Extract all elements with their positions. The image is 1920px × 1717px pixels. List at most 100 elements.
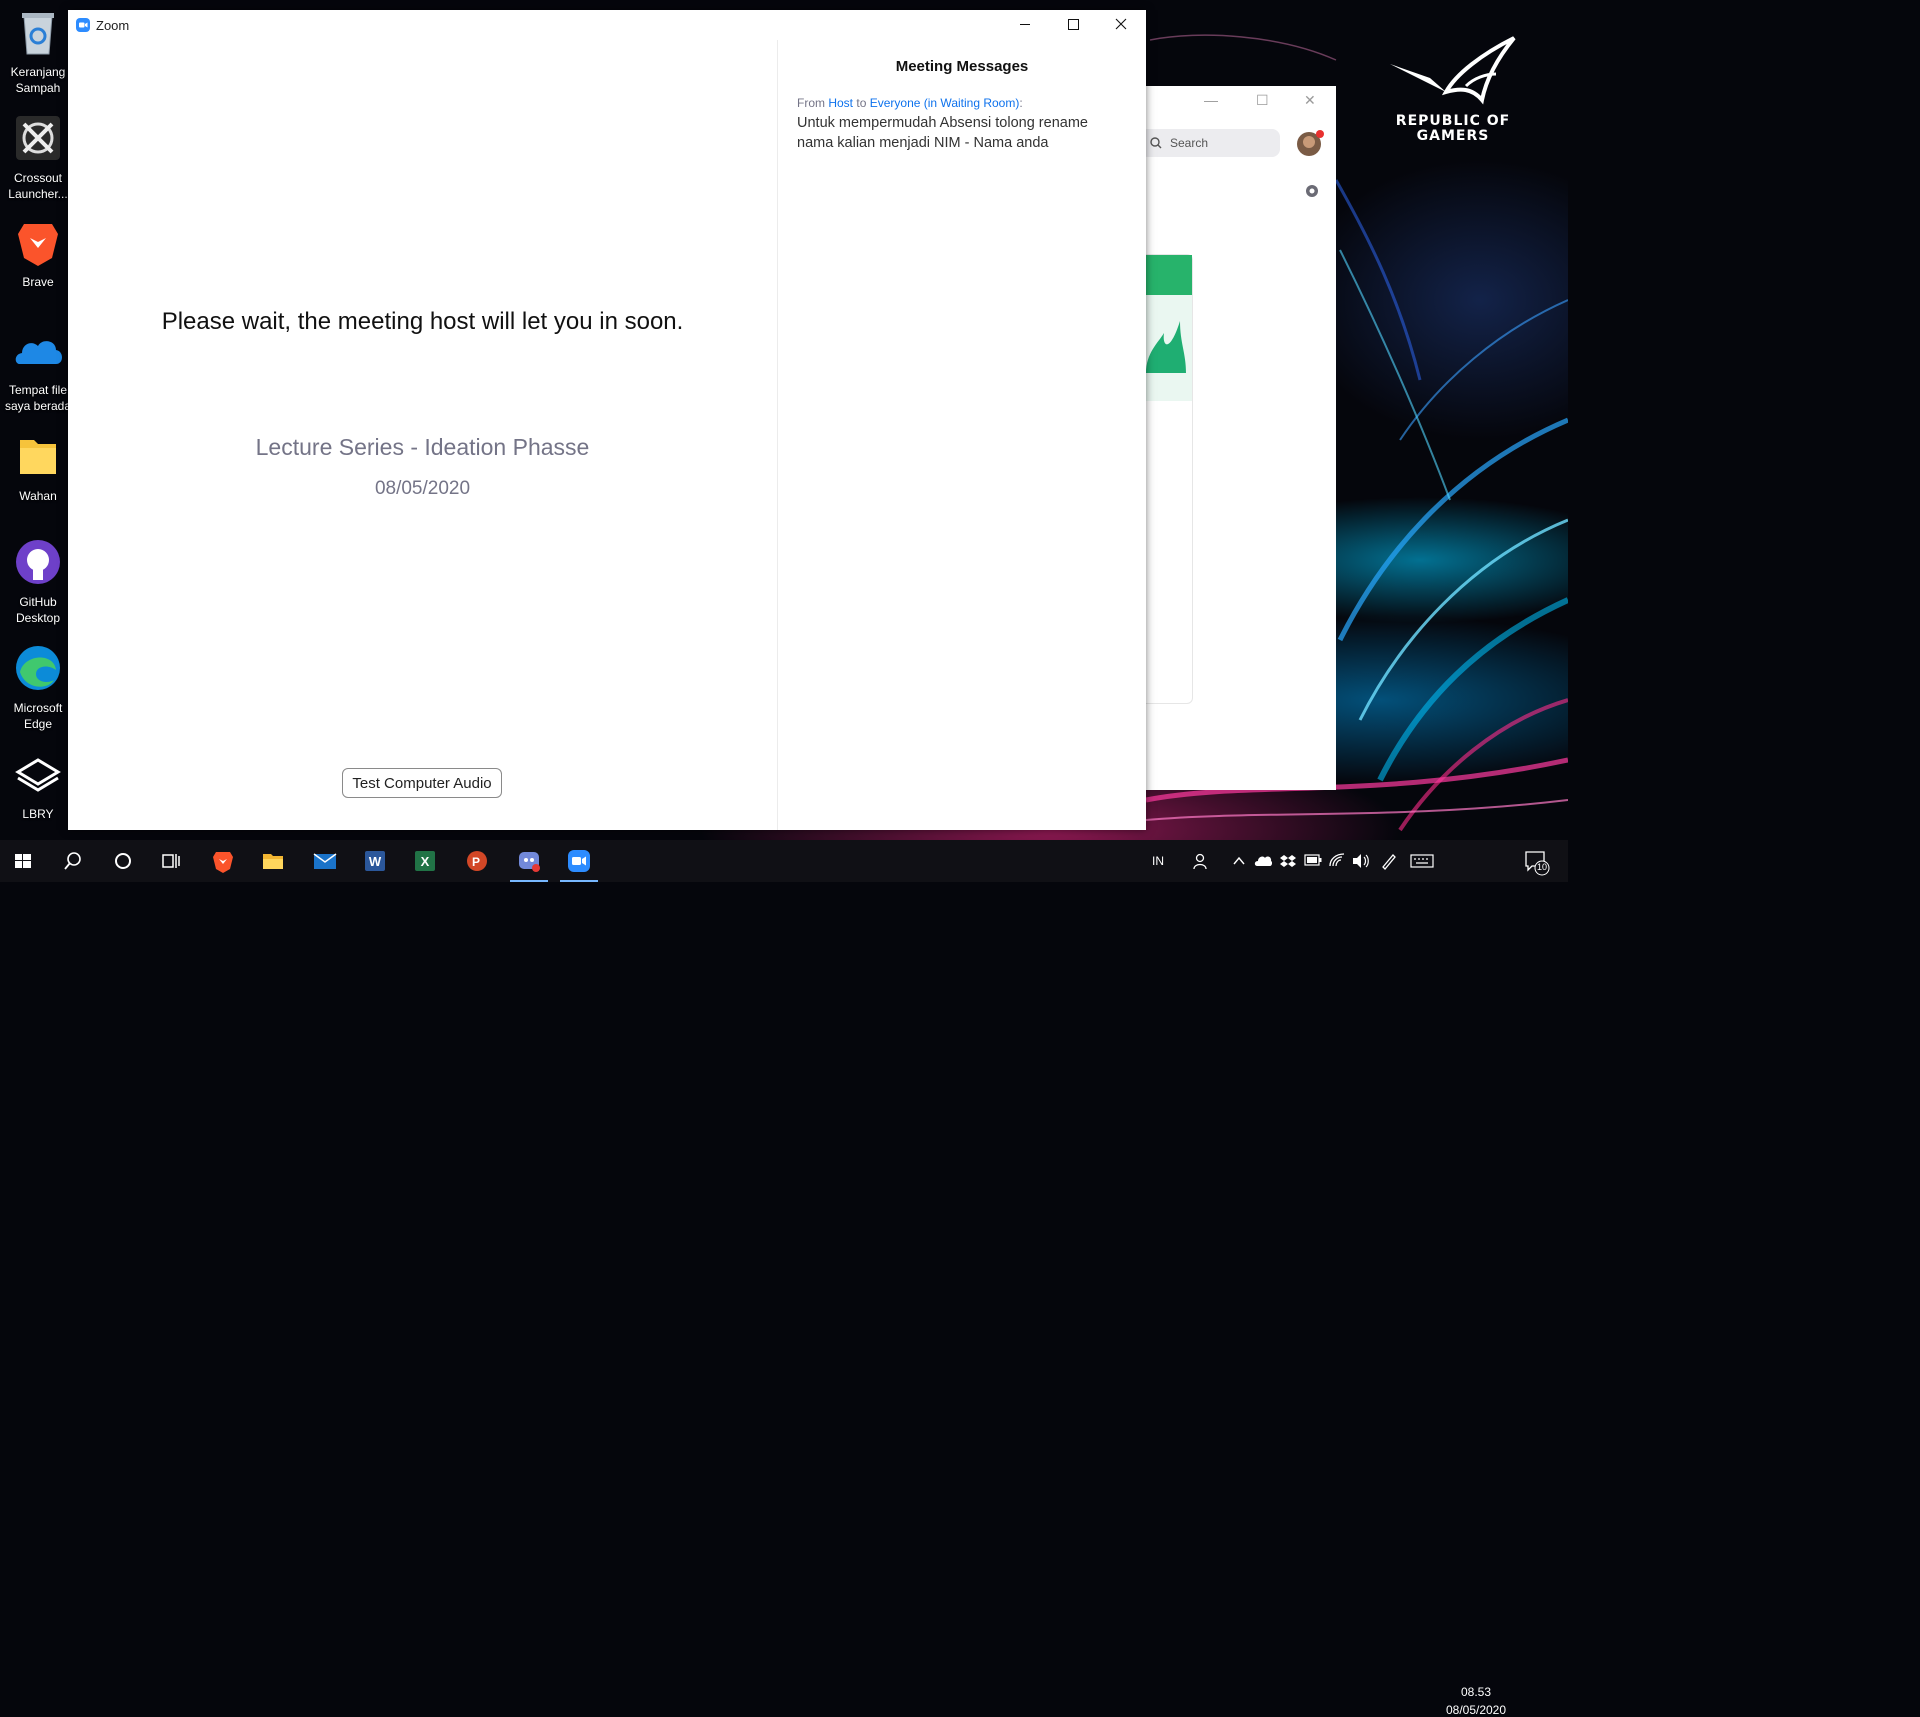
lbry-icon <box>15 758 61 792</box>
maximize-button[interactable] <box>1050 10 1096 40</box>
task-view-button[interactable] <box>148 840 194 882</box>
search-input[interactable]: Search <box>1140 129 1280 157</box>
search-icon <box>64 852 81 870</box>
minimize-icon[interactable]: — <box>1204 92 1218 108</box>
gear-icon[interactable] <box>1304 183 1320 199</box>
language-indicator[interactable]: IN <box>1152 854 1164 868</box>
brave-icon <box>18 224 58 266</box>
taskbar-file-explorer[interactable] <box>250 840 296 882</box>
dropbox-icon[interactable] <box>1280 853 1296 869</box>
desktop-icon-label: Wahan <box>19 489 57 503</box>
recycle-bin-icon <box>22 13 54 55</box>
taskbar-powerpoint[interactable]: P <box>454 840 500 882</box>
word-icon: W <box>365 851 385 871</box>
cortana-button[interactable] <box>100 840 146 882</box>
notification-count: 10 <box>1536 862 1547 872</box>
window-title: Zoom <box>96 18 130 33</box>
active-app-indicator <box>510 880 548 882</box>
minimize-button[interactable] <box>1002 10 1048 40</box>
taskbar-word[interactable]: W <box>352 840 398 882</box>
desktop-icon-brave[interactable]: Brave <box>0 218 76 290</box>
panel-divider <box>777 40 778 830</box>
close-icon <box>1115 18 1127 30</box>
desktop-icon-label: LBRY <box>22 807 54 821</box>
zoom-icon <box>568 850 590 872</box>
volume-icon[interactable] <box>1352 853 1370 869</box>
onedrive-icon <box>15 341 63 364</box>
taskbar-search-button[interactable] <box>50 840 96 882</box>
chevron-up-icon[interactable] <box>1232 854 1246 868</box>
message-body: Untuk mempermudah Absensi tolong rename … <box>797 115 1088 151</box>
avatar[interactable] <box>1296 130 1324 158</box>
sender-name: Host <box>828 96 854 110</box>
keyboard-icon[interactable] <box>1410 854 1434 868</box>
clock-time[interactable]: 08.53 <box>1446 1685 1506 1699</box>
taskbar-mail[interactable] <box>302 840 348 882</box>
onedrive-tray-icon[interactable] <box>1254 854 1272 868</box>
desktop-icon-label: Brave <box>22 275 54 289</box>
desktop-icon-label: Keranjang Sampah <box>10 65 66 95</box>
taskbar-zoom[interactable] <box>556 840 602 882</box>
from-label: From <box>797 96 825 110</box>
maximize-icon <box>1068 19 1079 30</box>
waiting-message: Please wait, the meeting host will let y… <box>161 308 684 335</box>
close-icon[interactable]: ✕ <box>1304 92 1316 109</box>
start-button[interactable] <box>0 840 46 882</box>
pen-icon[interactable] <box>1380 852 1398 870</box>
taskbar-brave[interactable] <box>200 840 246 882</box>
windows-start-icon <box>15 854 31 868</box>
edge-icon <box>16 646 60 690</box>
zoom-waiting-room-window: Zoom Please wait, the meeting host will … <box>68 10 1146 830</box>
desktop-icon-onedrive[interactable]: Tempat file saya berada <box>0 326 76 414</box>
desktop-icon-label: Crossout Launcher... <box>8 171 68 201</box>
desktop-icon-label: GitHub Desktop <box>15 595 61 625</box>
desktop-icon-recycle-bin[interactable]: Keranjang Sampah <box>0 8 76 96</box>
desktop-icon-wahan[interactable]: Wahan <box>0 432 76 504</box>
wifi-icon[interactable] <box>1328 852 1346 868</box>
desktop-icon-crossout[interactable]: Crossout Launcher... <box>0 114 76 202</box>
search-placeholder: Search <box>1170 136 1209 150</box>
clock-date[interactable]: 08/05/2020 <box>1440 1703 1512 1717</box>
meeting-date: 08/05/2020 <box>374 478 471 499</box>
powerpoint-icon: P <box>467 851 487 871</box>
close-button[interactable] <box>1098 10 1144 40</box>
folder-icon <box>20 440 56 474</box>
action-center-button[interactable]: 10 <box>1524 850 1550 876</box>
file-explorer-icon <box>263 854 283 869</box>
battery-icon[interactable] <box>1304 854 1322 866</box>
to-label: to <box>856 96 867 110</box>
minimize-icon <box>1020 24 1030 25</box>
message-header: From Host to Everyone (in Waiting Room): <box>797 96 1023 110</box>
messages-panel-title: Meeting Messages <box>895 58 1029 75</box>
svg-text:W: W <box>369 854 382 869</box>
desktop-icon-edge[interactable]: Microsoft Edge <box>0 644 76 732</box>
desktop-icon-github[interactable]: GitHub Desktop <box>0 538 76 626</box>
discord-icon <box>519 852 540 872</box>
recipient-name: Everyone (in Waiting Room) <box>869 96 1020 110</box>
maximize-icon[interactable]: ☐ <box>1256 92 1269 109</box>
zoom-app-icon <box>76 18 90 32</box>
svg-text:P: P <box>472 855 480 869</box>
desktop-icon-label: Tempat file saya berada <box>4 383 72 413</box>
card-thumbnail <box>1140 254 1193 704</box>
github-icon <box>16 540 60 584</box>
people-icon[interactable] <box>1192 852 1210 870</box>
test-computer-audio-button[interactable]: Test Computer Audio <box>342 768 502 798</box>
mail-icon <box>313 853 337 869</box>
desktop-icon-lbry[interactable]: LBRY <box>0 750 76 822</box>
title-bar[interactable]: Zoom <box>68 10 1146 40</box>
svg-text:X: X <box>421 854 430 869</box>
task-view-icon <box>162 854 180 868</box>
background-zoom-window[interactable]: — ☐ ✕ <box>1140 86 1336 790</box>
taskbar: W X P IN 08.53 08/05/2020 10 <box>0 840 1568 1717</box>
taskbar-discord[interactable] <box>506 840 552 882</box>
excel-icon: X <box>415 851 435 871</box>
desktop-icon-label: Microsoft Edge <box>13 701 63 731</box>
cortana-icon <box>115 853 131 869</box>
rog-logo-icon <box>1390 36 1516 105</box>
search-icon <box>1150 137 1162 149</box>
meeting-topic: Lecture Series - Ideation Phasse <box>255 434 590 460</box>
taskbar-excel[interactable]: X <box>402 840 448 882</box>
brave-icon <box>213 852 233 873</box>
active-app-indicator <box>560 880 598 882</box>
